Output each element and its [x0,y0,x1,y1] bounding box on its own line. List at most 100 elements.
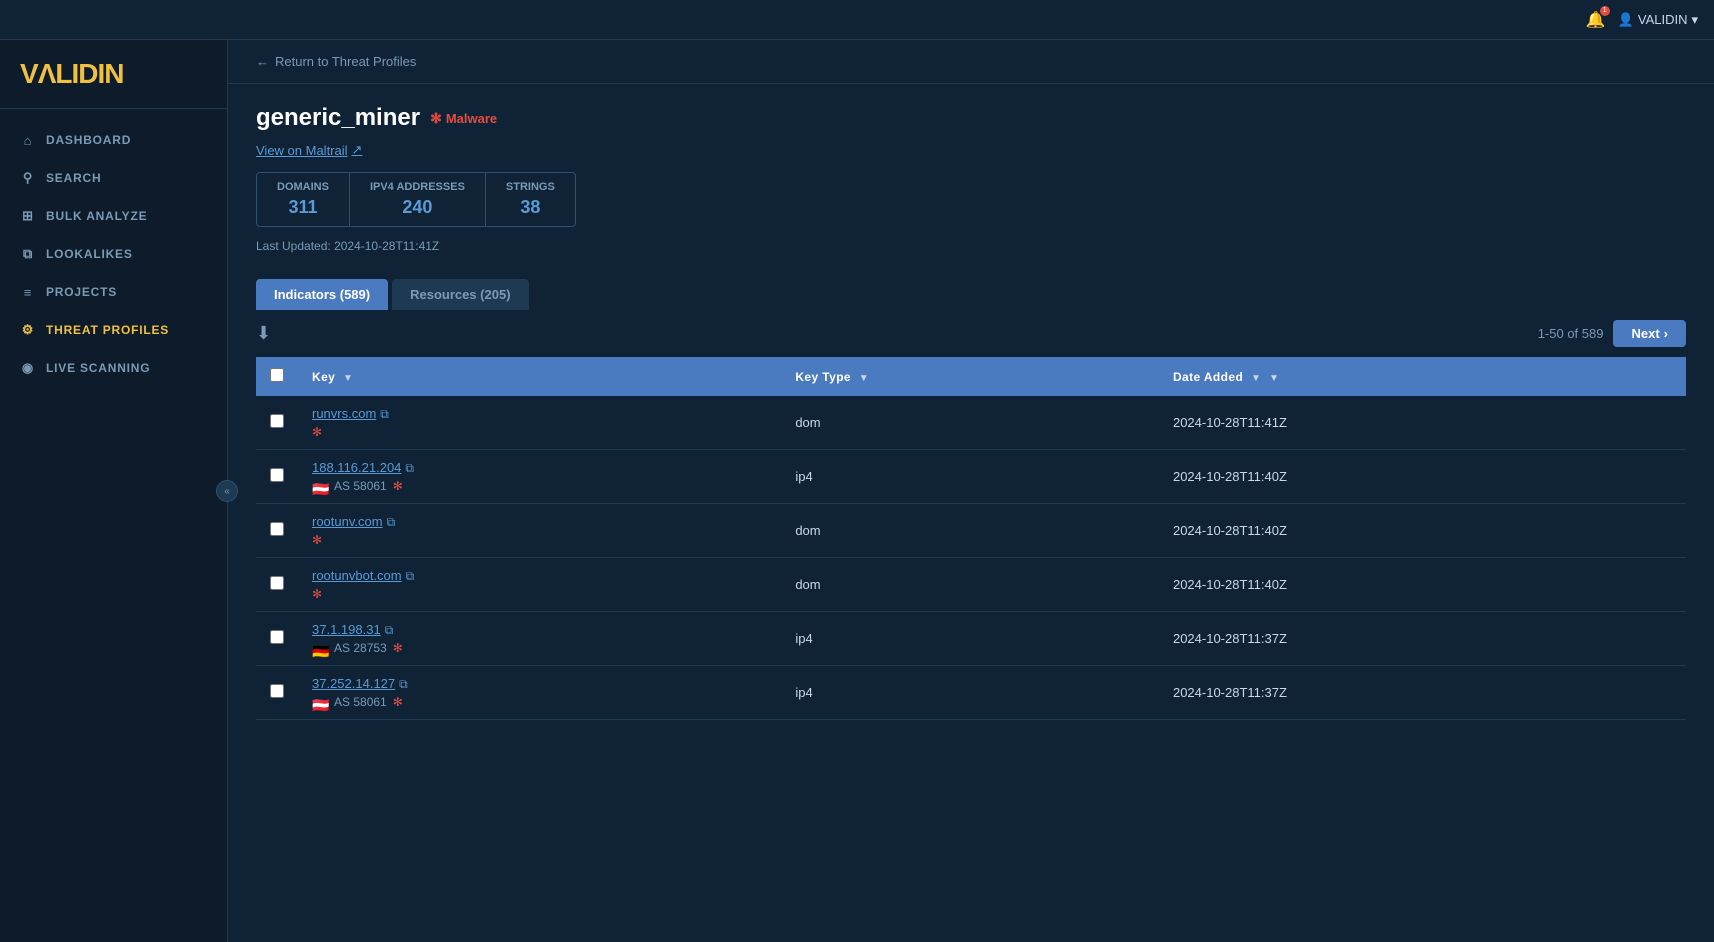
copy-icon-0[interactable]: ⧉ [380,407,389,421]
sidebar-item-search[interactable]: ⚲ Search [0,159,227,197]
pagination-info: 1-50 of 589 Next › [1538,320,1686,347]
sidebar-item-threat-profiles[interactable]: ⚙ Threat Profiles [0,311,227,349]
sidebar-item-label-lookalikes: Lookalikes [46,247,133,261]
as-text-4: AS 28753 [334,641,387,655]
copy-icon-5[interactable]: ⧉ [399,677,408,691]
key-link-4[interactable]: 37.1.198.31 [312,622,381,637]
stat-strings-value: 38 [506,197,555,218]
stats-row: Domains 311 IPv4 Addresses 240 Strings 3… [256,172,576,227]
copy-icon-2[interactable]: ⧉ [387,515,396,529]
stat-domains: Domains 311 [257,173,350,226]
key-type-1: ip4 [795,469,812,484]
table-row: rootunv.com⧉✻dom2024-10-28T11:40Z [256,504,1686,558]
table-toolbar: ⬇ 1-50 of 589 Next › [256,310,1686,357]
date-added-sort-icon[interactable]: ▼ [1269,373,1279,384]
main-content: ← Return to Threat Profiles generic_mine… [228,40,1714,942]
date-added-2: 2024-10-28T11:40Z [1173,523,1287,538]
sidebar-item-bulk-analyze[interactable]: ⊞ Bulk Analyze [0,197,227,235]
grid-icon: ⊞ [20,208,36,224]
flag-icon-4: 🇩🇪 [312,643,328,654]
key-link-1[interactable]: 188.116.21.204 [312,460,401,475]
logo: VΛLIDIN [20,58,207,90]
th-key-type: Key Type ▼ [781,357,1159,396]
as-text-1: AS 58061 [334,479,387,493]
sidebar-item-label-search: Search [46,171,101,185]
row-star-icon-0: ✻ [312,425,322,439]
row-star-icon-5: ✻ [393,695,403,709]
key-link-5[interactable]: 37.252.14.127 [312,676,395,691]
as-text-5: AS 58061 [334,695,387,709]
row-star-icon-2: ✻ [312,533,322,547]
last-updated-value: 2024-10-28T11:41Z [334,239,439,253]
row-star-icon-4: ✻ [393,641,403,655]
dropdown-arrow-icon: ▾ [1691,12,1698,28]
sidebar-item-live-scanning[interactable]: ◉ Live Scanning [0,349,227,387]
sidebar-item-lookalikes[interactable]: ⧉ Lookalikes [0,235,227,273]
next-arrow-icon: › [1664,326,1668,341]
search-icon: ⚲ [20,170,36,186]
back-arrow-icon: ← [256,54,269,69]
copy-icon-3[interactable]: ⧉ [406,569,415,583]
copy-icon-1[interactable]: ⧉ [405,461,414,475]
user-icon: 👤 [1618,12,1634,28]
topbar-right: 🔔 1 👤 VALIDIN ▾ [1586,10,1698,30]
table-header-row: Key ▼ Key Type ▼ Date Added ▼ ▼ [256,357,1686,396]
maltrail-link[interactable]: View on Maltrail ↗ [256,142,1686,158]
row-checkbox-5[interactable] [270,684,284,698]
row-checkbox-2[interactable] [270,522,284,536]
key-type-3: dom [795,577,820,592]
table-row: 37.1.198.31 ⧉ 🇩🇪 AS 28753 ✻ ip4 2024-10-28T11:… [256,612,1686,666]
sidebar-collapse-button[interactable]: « [216,480,238,502]
sidebar-item-label-threat-profiles: Threat Profiles [46,323,169,337]
last-updated: Last Updated: 2024-10-28T11:41Z [256,239,1686,253]
lookalikes-icon: ⧉ [20,246,36,262]
nav-items: ⌂ Dashboard ⚲ Search ⊞ Bulk Analyze ⧉ Lo… [0,109,227,942]
next-label: Next [1631,326,1659,341]
key-type-4: ip4 [795,631,812,646]
download-icon[interactable]: ⬇ [256,323,271,344]
tab-indicators[interactable]: Indicators (589) [256,279,388,310]
threat-profiles-icon: ⚙ [20,322,36,338]
table-area: ⬇ 1-50 of 589 Next › Ke [228,310,1714,720]
copy-icon-4[interactable]: ⧉ [385,623,394,637]
flag-icon-1: 🇦🇹 [312,481,328,492]
row-checkbox-1[interactable] [270,468,284,482]
key-type-filter-icon[interactable]: ▼ [859,373,869,384]
date-added-filter-icon[interactable]: ▼ [1251,373,1261,384]
breadcrumb-link[interactable]: ← Return to Threat Profiles [256,54,1686,69]
row-checkbox-4[interactable] [270,630,284,644]
user-menu[interactable]: 👤 VALIDIN ▾ [1618,12,1698,28]
sidebar-item-label-bulk-analyze: Bulk Analyze [46,209,147,223]
notification-icon[interactable]: 🔔 1 [1586,10,1606,30]
logo-area: VΛLIDIN [0,40,227,109]
key-link-2[interactable]: rootunv.com [312,514,383,529]
sidebar-item-dashboard[interactable]: ⌂ Dashboard [0,121,227,159]
home-icon: ⌂ [20,132,36,148]
date-added-3: 2024-10-28T11:40Z [1173,577,1287,592]
key-link-0[interactable]: runvrs.com [312,406,376,421]
date-added-4: 2024-10-28T11:37Z [1173,631,1287,646]
key-filter-icon[interactable]: ▼ [343,373,353,384]
row-checkbox-3[interactable] [270,576,284,590]
last-updated-label: Last Updated: [256,239,331,253]
sidebar-item-projects[interactable]: ≡ Projects [0,273,227,311]
external-link-icon: ↗ [352,142,363,158]
maltrail-link-label: View on Maltrail [256,143,348,158]
page-title-row: generic_miner ✻ Malware [256,104,1686,132]
table-row: 37.252.14.127⧉🇦🇹AS 58061✻ip42024-10-28T1… [256,666,1686,720]
projects-icon: ≡ [20,284,36,300]
logo-rest: ΛLIDIN [38,58,124,89]
row-checkbox-0[interactable] [270,414,284,428]
stat-domains-label: Domains [277,181,329,193]
sidebar: VΛLIDIN ⌂ Dashboard ⚲ Search ⊞ Bulk Anal… [0,40,228,942]
key-type-0: dom [795,415,820,430]
next-button[interactable]: Next › [1613,320,1686,347]
key-link-3[interactable]: rootunvbot.com [312,568,402,583]
select-all-checkbox[interactable] [270,368,284,382]
stat-ipv4: IPv4 Addresses 240 [350,173,486,226]
malware-badge: ✻ Malware [430,110,497,127]
tab-resources[interactable]: Resources (205) [392,279,528,310]
notification-badge: 1 [1600,6,1610,16]
th-date-added-label: Date Added [1173,370,1243,384]
sidebar-item-label-live-scanning: Live Scanning [46,361,150,375]
